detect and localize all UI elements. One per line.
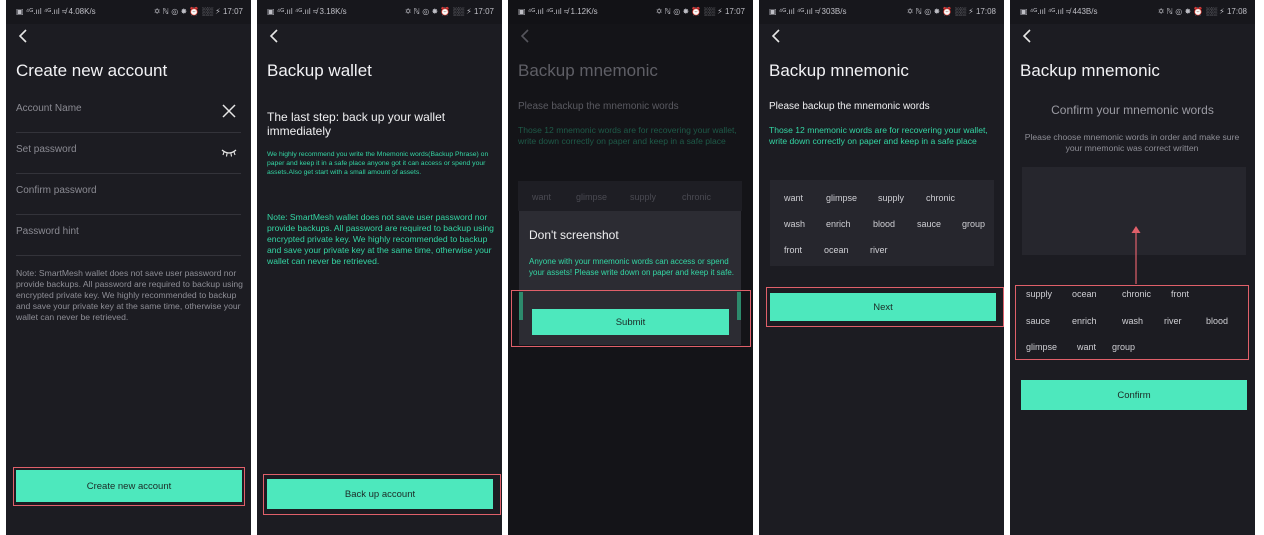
- clear-icon[interactable]: [221, 103, 237, 119]
- dialog-title: Don't screenshot: [529, 228, 619, 242]
- password-input[interactable]: [16, 144, 196, 155]
- back-arrow-icon[interactable]: [266, 27, 284, 45]
- mnemonic-word: glimpse: [826, 193, 858, 203]
- page-title: Backup mnemonic: [518, 61, 658, 80]
- instruction-text: Please choose mnemonic words in order an…: [1024, 132, 1240, 153]
- mnemonic-word: sauce: [917, 219, 942, 229]
- page-title: Create new account: [16, 61, 168, 80]
- mnemonic-word: chronic: [926, 193, 956, 203]
- mnemonic-word: want: [784, 193, 804, 203]
- back-arrow-icon[interactable]: [517, 27, 535, 45]
- status-left: ▣ ⁴ᴳ.ııl ⁴ᴳ.ııl ≉ 303B/s: [769, 7, 847, 16]
- word-choice[interactable]: supply: [1026, 289, 1052, 299]
- mnemonic-word: group: [962, 219, 986, 229]
- mnemonic-box: want glimpse supply chronic wash enrich …: [770, 180, 994, 266]
- status-bar: ▣ ⁴ᴳ.ııl ⁴ᴳ.ııl ≉ 3.18K/s ✡ ℕ ◎ ✸ ⏰ ░░ ⚡…: [257, 0, 502, 24]
- mnemonic-word: supply: [878, 193, 905, 203]
- recommendation-text: We highly recommend you write the Mnemon…: [267, 151, 489, 176]
- status-bar: ▣ ⁴ᴳ.ııl ⁴ᴳ.ııl ≉ 303B/s ✡ ℕ ◎ ✸ ⏰ ░░ ⚡ …: [759, 0, 1004, 24]
- arrow-up-icon: [1131, 226, 1141, 284]
- mnemonic-word: wash: [784, 219, 806, 229]
- status-right: ✡ ℕ ◎ ✸ ⏰ ░░ ⚡ 17:07: [404, 7, 494, 16]
- screen-confirm-mnemonic: ▣ ⁴ᴳ.ııl ⁴ᴳ.ııl ≉ 443B/s ✡ ℕ ◎ ✸ ⏰ ░░ ⚡ …: [1010, 0, 1255, 535]
- word-choice[interactable]: want: [1077, 342, 1096, 352]
- status-right: ✡ ℕ ◎ ✸ ⏰ ░░ ⚡ 17:07: [655, 7, 745, 16]
- confirm-button[interactable]: Confirm: [1021, 380, 1247, 410]
- warning-note: Note: SmartMesh wallet does not save use…: [267, 212, 494, 266]
- eye-closed-icon[interactable]: [221, 144, 237, 160]
- confirm-password-input[interactable]: [16, 185, 196, 196]
- back-arrow-icon[interactable]: [15, 27, 33, 45]
- word-choice[interactable]: river: [1164, 316, 1182, 326]
- screen-backup-wallet: ▣ ⁴ᴳ.ııl ⁴ᴳ.ııl ≉ 3.18K/s ✡ ℕ ◎ ✸ ⏰ ░░ ⚡…: [257, 0, 502, 535]
- status-left: ▣ ⁴ᴳ.ııl ⁴ᴳ.ııl ≉ 4.08K/s: [16, 7, 96, 16]
- password-hint-field: [16, 214, 241, 256]
- status-left: ▣ ⁴ᴳ.ııl ⁴ᴳ.ııl ≉ 1.12K/s: [518, 7, 598, 16]
- accent-strip-right: [737, 292, 741, 320]
- back-up-account-button[interactable]: Back up account: [267, 479, 493, 509]
- mnemonic-word: front: [784, 245, 803, 255]
- word-choice[interactable]: front: [1171, 289, 1189, 299]
- mnemonic-word: ocean: [824, 245, 849, 255]
- next-button[interactable]: Next: [770, 293, 996, 321]
- mnemonic-word: chronic: [682, 192, 712, 202]
- word-choice[interactable]: sauce: [1026, 316, 1050, 326]
- create-account-button[interactable]: Create new account: [16, 470, 242, 502]
- page-title: Backup mnemonic: [769, 61, 909, 80]
- word-choice[interactable]: chronic: [1122, 289, 1151, 299]
- word-choice[interactable]: wash: [1122, 316, 1143, 326]
- page-title: Backup wallet: [267, 61, 372, 80]
- screen-backup-mnemonic: ▣ ⁴ᴳ.ııl ⁴ᴳ.ııl ≉ 303B/s ✡ ℕ ◎ ✸ ⏰ ░░ ⚡ …: [759, 0, 1004, 535]
- screen-mnemonic-warning: ▣ ⁴ᴳ.ııl ⁴ᴳ.ııl ≉ 1.12K/s ✡ ℕ ◎ ✸ ⏰ ░░ ⚡…: [508, 0, 753, 535]
- back-arrow-icon[interactable]: [768, 27, 786, 45]
- word-choice[interactable]: enrich: [1072, 316, 1097, 326]
- word-choice[interactable]: blood: [1206, 316, 1228, 326]
- mnemonic-word: blood: [873, 219, 896, 229]
- screen-create-account: ▣ ⁴ᴳ.ııl ⁴ᴳ.ııl ≉ 4.08K/s ✡ ℕ ◎ ✸ ⏰ ░░ ⚡…: [6, 0, 251, 535]
- status-bar: ▣ ⁴ᴳ.ııl ⁴ᴳ.ııl ≉ 4.08K/s ✡ ℕ ◎ ✸ ⏰ ░░ ⚡…: [6, 0, 251, 24]
- subtitle: Please backup the mnemonic words: [769, 101, 930, 112]
- status-right: ✡ ℕ ◎ ✸ ⏰ ░░ ⚡ 17:08: [1157, 7, 1247, 16]
- mnemonic-word: supply: [630, 192, 657, 202]
- word-choice[interactable]: ocean: [1072, 289, 1097, 299]
- subtitle: The last step: back up your wallet immed…: [267, 110, 446, 138]
- status-bar: ▣ ⁴ᴳ.ııl ⁴ᴳ.ııl ≉ 443B/s ✡ ℕ ◎ ✸ ⏰ ░░ ⚡ …: [1010, 0, 1255, 24]
- dialog-message: Anyone with your mnemonic words can acce…: [529, 257, 735, 277]
- description: Those 12 mnemonic words are for recoveri…: [518, 125, 737, 146]
- status-left: ▣ ⁴ᴳ.ııl ⁴ᴳ.ııl ≉ 443B/s: [1020, 7, 1098, 16]
- password-field: [16, 132, 241, 174]
- subtitle: Please backup the mnemonic words: [518, 101, 679, 112]
- word-choice[interactable]: group: [1112, 342, 1135, 352]
- description: Those 12 mnemonic words are for recoveri…: [769, 125, 988, 146]
- mnemonic-word: enrich: [826, 219, 851, 229]
- back-arrow-icon[interactable]: [1019, 27, 1037, 45]
- status-left: ▣ ⁴ᴳ.ııl ⁴ᴳ.ııl ≉ 3.18K/s: [267, 7, 347, 16]
- account-name-field: [16, 91, 241, 133]
- status-right: ✡ ℕ ◎ ✸ ⏰ ░░ ⚡ 17:08: [906, 7, 996, 16]
- status-bar: ▣ ⁴ᴳ.ııl ⁴ᴳ.ııl ≉ 1.12K/s ✡ ℕ ◎ ✸ ⏰ ░░ ⚡…: [508, 0, 753, 24]
- status-right: ✡ ℕ ◎ ✸ ⏰ ░░ ⚡ 17:07: [153, 7, 243, 16]
- submit-button[interactable]: Submit: [532, 309, 729, 335]
- mnemonic-word: want: [532, 192, 552, 202]
- page-title: Backup mnemonic: [1020, 61, 1160, 80]
- mnemonic-word: river: [870, 245, 888, 255]
- accent-strip-left: [519, 292, 523, 320]
- word-choice[interactable]: glimpse: [1026, 342, 1057, 352]
- password-hint-input[interactable]: [16, 226, 196, 237]
- account-name-input[interactable]: [16, 103, 196, 114]
- confirm-password-field: [16, 173, 241, 215]
- mnemonic-word: glimpse: [576, 192, 608, 202]
- mnemonic-box: want glimpse supply chronic: [518, 181, 742, 211]
- warning-note: Note: SmartMesh wallet does not save use…: [16, 268, 243, 322]
- confirm-heading: Confirm your mnemonic words: [1051, 103, 1214, 117]
